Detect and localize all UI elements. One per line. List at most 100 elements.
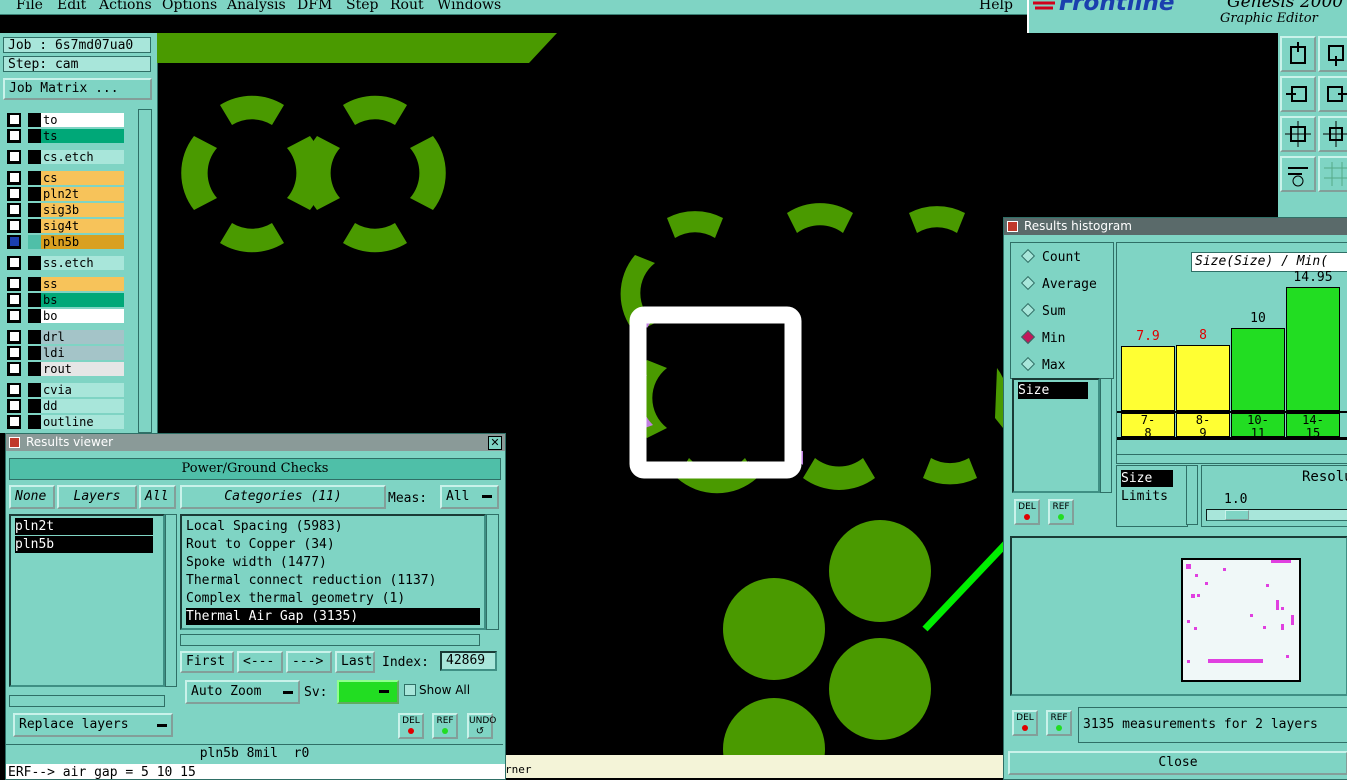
category-item[interactable]: Spoke width (1477) <box>186 554 327 571</box>
del-button[interactable]: DEL <box>398 713 424 739</box>
histogram-titlebar[interactable]: Results histogram <box>1004 218 1347 235</box>
histogram-bar[interactable] <box>1176 345 1230 411</box>
size-item[interactable]: Size <box>1121 470 1173 487</box>
layer-checkbox[interactable] <box>9 310 20 321</box>
layer-row-ts[interactable]: ts <box>7 129 124 143</box>
chart-hscroll[interactable] <box>1116 454 1347 464</box>
all-button[interactable]: All <box>139 485 176 509</box>
layer-affected-indicator[interactable] <box>28 415 41 429</box>
layer-list-scrollbar[interactable] <box>138 109 152 433</box>
layer-affected-indicator[interactable] <box>28 362 41 376</box>
layer-row-cvia[interactable]: cvia <box>7 383 124 397</box>
layer-checkbox[interactable] <box>9 416 20 427</box>
layer-checkbox[interactable] <box>9 257 20 268</box>
menu-help[interactable]: Help <box>979 0 1013 13</box>
category-list[interactable]: Local Spacing (5983) Rout to Copper (34)… <box>180 514 486 630</box>
layer-affected-indicator[interactable] <box>28 171 41 185</box>
layer-checkbox[interactable] <box>9 236 20 247</box>
layer-affected-indicator[interactable] <box>28 150 41 164</box>
layer-affected-indicator[interactable] <box>28 256 41 270</box>
layer-checkbox[interactable] <box>9 363 20 374</box>
layer-checkbox[interactable] <box>9 278 20 289</box>
layer-row-cs-etch[interactable]: cs.etch <box>7 150 124 164</box>
zoom-home-button[interactable] <box>1280 36 1316 72</box>
layer-affected-indicator[interactable] <box>28 346 41 360</box>
menu-rout[interactable]: Rout <box>390 0 424 13</box>
histogram-bar[interactable] <box>1231 328 1285 411</box>
radio-max[interactable]: Max <box>1020 356 1065 374</box>
tools-button[interactable] <box>1280 156 1316 192</box>
limits-item[interactable]: Limits <box>1121 488 1168 505</box>
category-item-selected[interactable]: Thermal Air Gap (3135) <box>186 608 480 625</box>
first-button[interactable]: First <box>180 651 234 673</box>
zoom-out-button[interactable] <box>1318 116 1347 152</box>
category-item[interactable]: Local Spacing (5983) <box>186 518 343 535</box>
resolution-slider-thumb[interactable] <box>1225 510 1249 520</box>
grid-button[interactable] <box>1318 156 1347 192</box>
category-hscroll[interactable] <box>180 634 480 646</box>
summary-ref-button[interactable]: REF <box>1046 710 1072 736</box>
layer-affected-indicator[interactable] <box>28 219 41 233</box>
close-button[interactable]: Close <box>1008 751 1347 775</box>
layer-affected-indicator[interactable] <box>28 113 41 127</box>
layer-affected-indicator[interactable] <box>28 383 41 397</box>
ref-button[interactable]: REF <box>432 713 458 739</box>
results-viewer-titlebar[interactable]: Results viewer ✕ <box>6 434 505 451</box>
layer-checkbox[interactable] <box>9 400 20 411</box>
board-minimap[interactable] <box>1181 558 1301 682</box>
layer-row-cs[interactable]: cs <box>7 171 124 185</box>
layer-row-pln2t[interactable]: pln2t <box>7 187 124 201</box>
replace-layers-select[interactable]: Replace layers <box>13 713 173 737</box>
index-input[interactable]: 42869 <box>440 651 497 671</box>
layer-checkbox[interactable] <box>9 347 20 358</box>
layer-affected-indicator[interactable] <box>28 277 41 291</box>
size-limits-list[interactable]: Size Limits <box>1116 465 1188 527</box>
layer-checkbox[interactable] <box>9 220 20 231</box>
layer-row-sig3b[interactable]: sig3b <box>7 203 124 217</box>
pan-down-button[interactable] <box>1318 36 1347 72</box>
auto-zoom-select[interactable]: Auto Zoom <box>185 680 300 704</box>
show-all-checkbox[interactable] <box>404 684 416 696</box>
pan-right-button[interactable] <box>1318 76 1347 112</box>
layer-checkbox[interactable] <box>9 172 20 183</box>
categories-button[interactable]: Categories (11) <box>180 485 386 509</box>
layer-list-vscroll[interactable] <box>165 514 177 687</box>
layer-affected-indicator[interactable] <box>28 129 41 143</box>
zoom-in-button[interactable] <box>1280 116 1316 152</box>
layer-result-item[interactable]: pln5b <box>15 536 153 553</box>
resolution-slider[interactable] <box>1206 509 1347 521</box>
layer-checkbox[interactable] <box>9 151 20 162</box>
layer-affected-indicator[interactable] <box>28 187 41 201</box>
histogram-bar[interactable] <box>1286 287 1340 411</box>
layer-checkbox[interactable] <box>9 294 20 305</box>
radio-sum[interactable]: Sum <box>1020 302 1065 320</box>
close-icon[interactable]: ✕ <box>488 436 502 450</box>
layer-checkbox[interactable] <box>9 114 20 125</box>
field-list[interactable]: Size <box>1012 378 1100 493</box>
layer-affected-indicator[interactable] <box>28 399 41 413</box>
job-matrix-button[interactable]: Job Matrix ... <box>3 78 152 100</box>
pan-left-button[interactable] <box>1280 76 1316 112</box>
meas-select[interactable]: All <box>440 485 499 509</box>
menu-options[interactable]: Options <box>162 0 217 13</box>
layer-result-item[interactable]: pln2t <box>15 518 153 535</box>
layer-row-sig4t[interactable]: sig4t <box>7 219 124 233</box>
layer-row-outline[interactable]: outline <box>7 415 124 429</box>
menu-dfm[interactable]: DFM <box>297 0 332 13</box>
layer-row-rout[interactable]: rout <box>7 362 124 376</box>
layer-row-dd[interactable]: dd <box>7 399 124 413</box>
layer-results-list[interactable]: pln2t pln5b <box>9 514 165 687</box>
layer-checkbox[interactable] <box>9 204 20 215</box>
layer-row-bo[interactable]: bo <box>7 309 124 323</box>
undo-button[interactable]: UNDO ↺ <box>467 713 496 739</box>
layer-affected-indicator[interactable] <box>28 203 41 217</box>
size-limits-scroll[interactable] <box>1186 465 1198 525</box>
hist-ref-button[interactable]: REF <box>1048 499 1074 525</box>
menu-windows[interactable]: Windows <box>437 0 501 13</box>
severity-select[interactable] <box>337 680 399 704</box>
layer-list-hscroll[interactable] <box>9 695 165 707</box>
layer-affected-indicator[interactable] <box>28 309 41 323</box>
menu-actions[interactable]: Actions <box>99 0 152 13</box>
summary-del-button[interactable]: DEL <box>1012 710 1038 736</box>
none-button[interactable]: None <box>9 485 55 509</box>
